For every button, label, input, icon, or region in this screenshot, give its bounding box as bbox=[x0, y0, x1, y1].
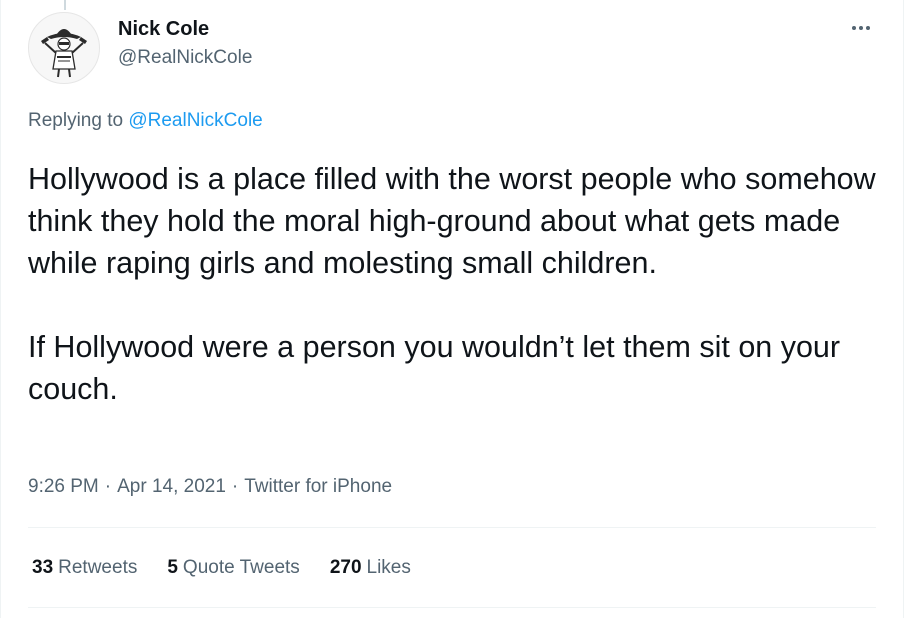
author-handle[interactable]: @RealNickCole bbox=[118, 45, 252, 71]
engagement-stats: 33 Retweets 5 Quote Tweets 270 Likes bbox=[32, 557, 441, 579]
tweet-text: Hollywood is a place filled with the wor… bbox=[28, 162, 876, 406]
thread-connector-line bbox=[64, 0, 66, 10]
quote-tweets-label: Quote Tweets bbox=[182, 557, 300, 578]
meta-separator: · bbox=[104, 476, 112, 497]
likes-count: 270 bbox=[329, 557, 362, 578]
divider bbox=[28, 527, 876, 528]
more-dot-icon bbox=[859, 26, 863, 30]
replying-to-prefix: Replying to bbox=[28, 110, 129, 131]
retweets-label: Retweets bbox=[58, 557, 138, 578]
quote-tweets-count: 5 bbox=[167, 557, 178, 578]
cowboy-gunslinger-avatar-icon bbox=[41, 29, 87, 78]
replying-to: Replying to @RealNickCole bbox=[28, 110, 263, 132]
tweet-date[interactable]: Apr 14, 2021 bbox=[117, 476, 226, 497]
tweet-meta: 9:26 PM · Apr 14, 2021 · Twitter for iPhone bbox=[28, 476, 392, 498]
author-display-name[interactable]: Nick Cole bbox=[118, 16, 252, 42]
author-block: Nick Cole @RealNickCole bbox=[118, 16, 252, 71]
retweets-count: 33 bbox=[32, 557, 54, 578]
avatar[interactable] bbox=[28, 12, 100, 84]
quote-tweets-stat[interactable]: 5 Quote Tweets bbox=[167, 557, 299, 579]
retweets-stat[interactable]: 33 Retweets bbox=[32, 557, 137, 579]
replying-to-handle-link[interactable]: @RealNickCole bbox=[128, 110, 262, 131]
tweet-header: Nick Cole @RealNickCole bbox=[28, 12, 880, 84]
tweet-time[interactable]: 9:26 PM bbox=[28, 476, 99, 497]
more-options-button[interactable] bbox=[846, 16, 876, 40]
likes-stat[interactable]: 270 Likes bbox=[330, 557, 411, 579]
tweet-source[interactable]: Twitter for iPhone bbox=[244, 476, 392, 497]
more-dot-icon bbox=[866, 26, 870, 30]
meta-separator: · bbox=[231, 476, 239, 497]
more-dot-icon bbox=[852, 26, 856, 30]
frame-border-left bbox=[0, 0, 1, 618]
divider bbox=[28, 607, 876, 608]
likes-label: Likes bbox=[366, 557, 411, 578]
